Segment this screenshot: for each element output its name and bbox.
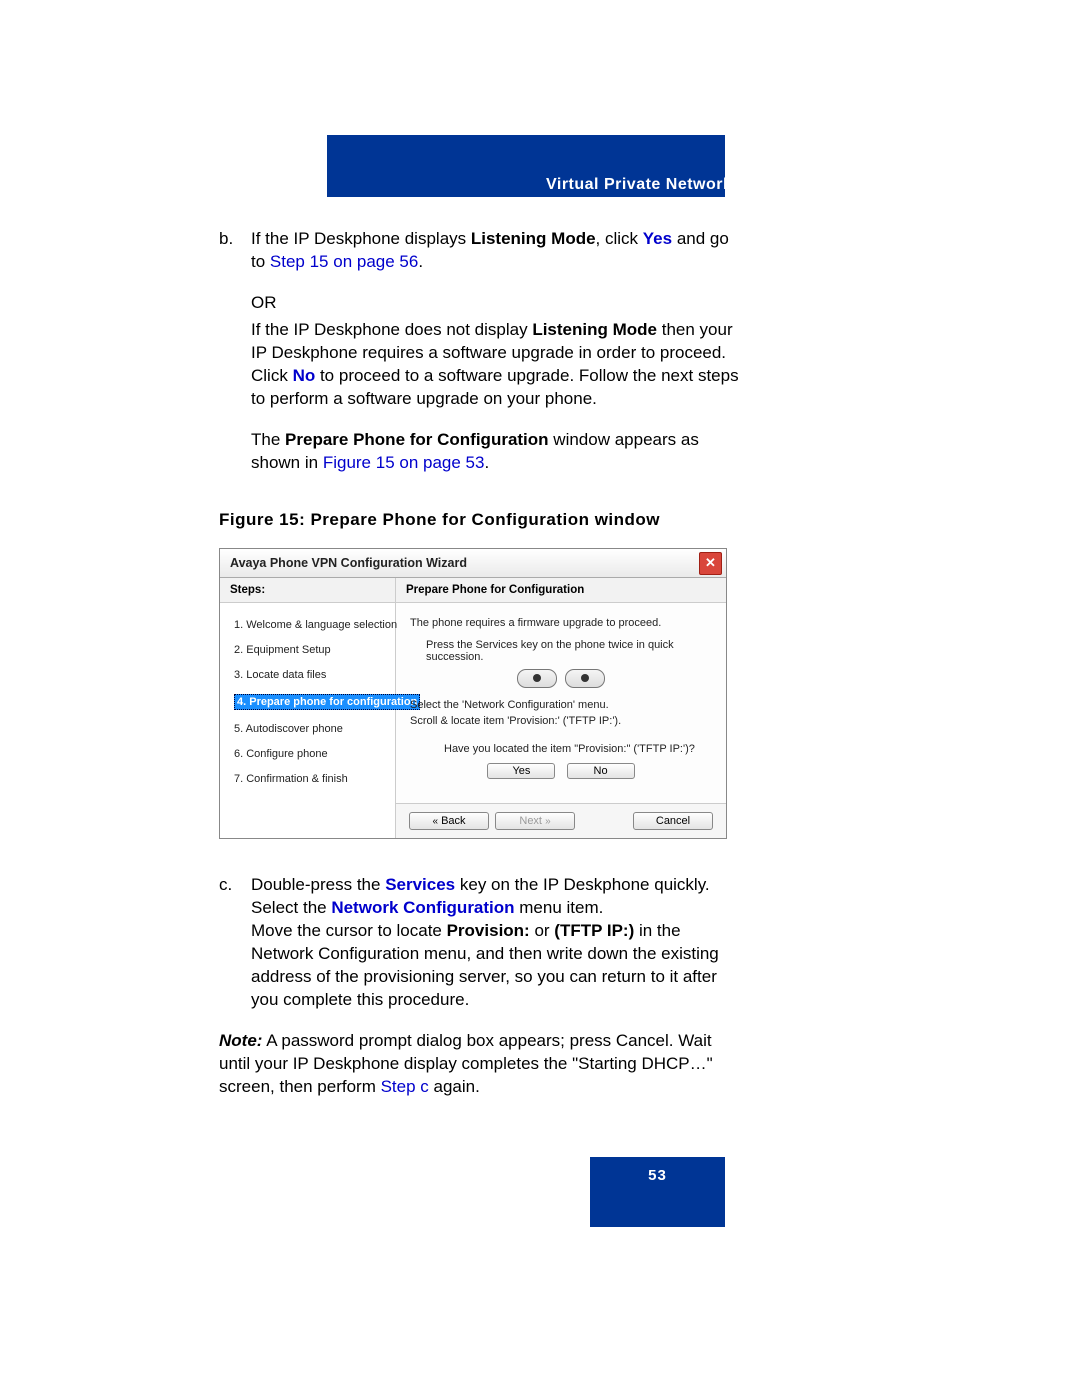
no-button[interactable]: No bbox=[567, 763, 635, 779]
wizard-message: Press the Services key on the phone twic… bbox=[426, 639, 712, 663]
note-block: Note: A password prompt dialog box appea… bbox=[219, 1029, 729, 1098]
wizard-message: The phone requires a firmware upgrade to… bbox=[410, 617, 712, 629]
wizard-title: Avaya Phone VPN Configuration Wizard bbox=[230, 556, 467, 570]
text: . bbox=[418, 252, 423, 271]
services-key-icon[interactable] bbox=[565, 669, 605, 688]
text: . bbox=[484, 453, 489, 472]
list-marker: b. bbox=[219, 227, 251, 492]
wizard-question: Have you located the item "Provision:" (… bbox=[444, 743, 712, 755]
wizard-step: 2. Equipment Setup bbox=[232, 642, 385, 658]
wizard-step: 7. Confirmation & finish bbox=[232, 771, 385, 787]
list-marker: c. bbox=[219, 873, 251, 1011]
text: If the IP Deskphone displays bbox=[251, 229, 471, 248]
steps-list: 1. Welcome & language selection 2. Equipm… bbox=[220, 603, 395, 826]
step-b: b. If the IP Deskphone displays Listenin… bbox=[219, 227, 739, 492]
close-icon[interactable]: ✕ bbox=[699, 552, 722, 575]
bold-text: Listening Mode bbox=[471, 229, 596, 248]
text: or bbox=[530, 921, 555, 940]
no-text: No bbox=[293, 366, 316, 385]
page-number: 53 bbox=[590, 1157, 725, 1227]
yes-button[interactable]: Yes bbox=[487, 763, 555, 779]
wizard-step: 1. Welcome & language selection bbox=[232, 617, 385, 633]
text: menu item. bbox=[515, 898, 604, 917]
yes-text: Yes bbox=[643, 229, 672, 248]
text: If the IP Deskphone does not display bbox=[251, 320, 532, 339]
services-key-text: Services bbox=[385, 875, 455, 894]
figure-ref-link[interactable]: Figure 15 on page 53 bbox=[323, 453, 485, 472]
cross-ref-link[interactable]: Step 15 on page 56 bbox=[270, 252, 418, 271]
cancel-button[interactable]: Cancel bbox=[633, 812, 713, 830]
section-title: Virtual Private Network bbox=[546, 176, 732, 194]
next-label: Next bbox=[519, 815, 542, 827]
step-c: c. Double-press the Services key on the … bbox=[219, 873, 739, 1011]
wizard-panel-header: Prepare Phone for Configuration bbox=[396, 578, 726, 603]
services-key-icon[interactable] bbox=[517, 669, 557, 688]
text: The bbox=[251, 430, 285, 449]
wizard-message: Select the 'Network Configuration' menu. bbox=[410, 699, 712, 711]
text: , click bbox=[596, 229, 643, 248]
text: Move the cursor to locate bbox=[251, 921, 447, 940]
bold-text: Listening Mode bbox=[532, 320, 657, 339]
wizard-window: Avaya Phone VPN Configuration Wizard ✕ S… bbox=[219, 548, 727, 839]
note-label: Note: bbox=[219, 1031, 262, 1050]
or-text: OR bbox=[251, 291, 739, 314]
next-button: Next » bbox=[495, 812, 575, 830]
wizard-message: Scroll & locate item 'Provision:' ('TFTP… bbox=[410, 715, 712, 727]
wizard-step: 6. Configure phone bbox=[232, 746, 385, 762]
bold-text: Provision: bbox=[447, 921, 530, 940]
bold-text: (TFTP IP:) bbox=[554, 921, 634, 940]
network-config-text: Network Configuration bbox=[331, 898, 514, 917]
text: to proceed to a software upgrade. Follow… bbox=[251, 366, 739, 408]
note-body: again. bbox=[429, 1077, 480, 1096]
back-label: Back bbox=[441, 815, 465, 827]
back-button[interactable]: « Back bbox=[409, 812, 489, 830]
steps-header: Steps: bbox=[220, 578, 395, 603]
bold-text: Prepare Phone for Configuration bbox=[285, 430, 549, 449]
wizard-step: 4. Prepare phone for configuration bbox=[232, 692, 385, 712]
wizard-step: 3. Locate data files bbox=[232, 667, 385, 683]
text: Double-press the bbox=[251, 875, 385, 894]
wizard-step: 5. Autodiscover phone bbox=[232, 721, 385, 737]
figure-caption: Figure 15: Prepare Phone for Configurati… bbox=[219, 510, 1080, 530]
step-ref-link[interactable]: Step c bbox=[381, 1077, 429, 1096]
